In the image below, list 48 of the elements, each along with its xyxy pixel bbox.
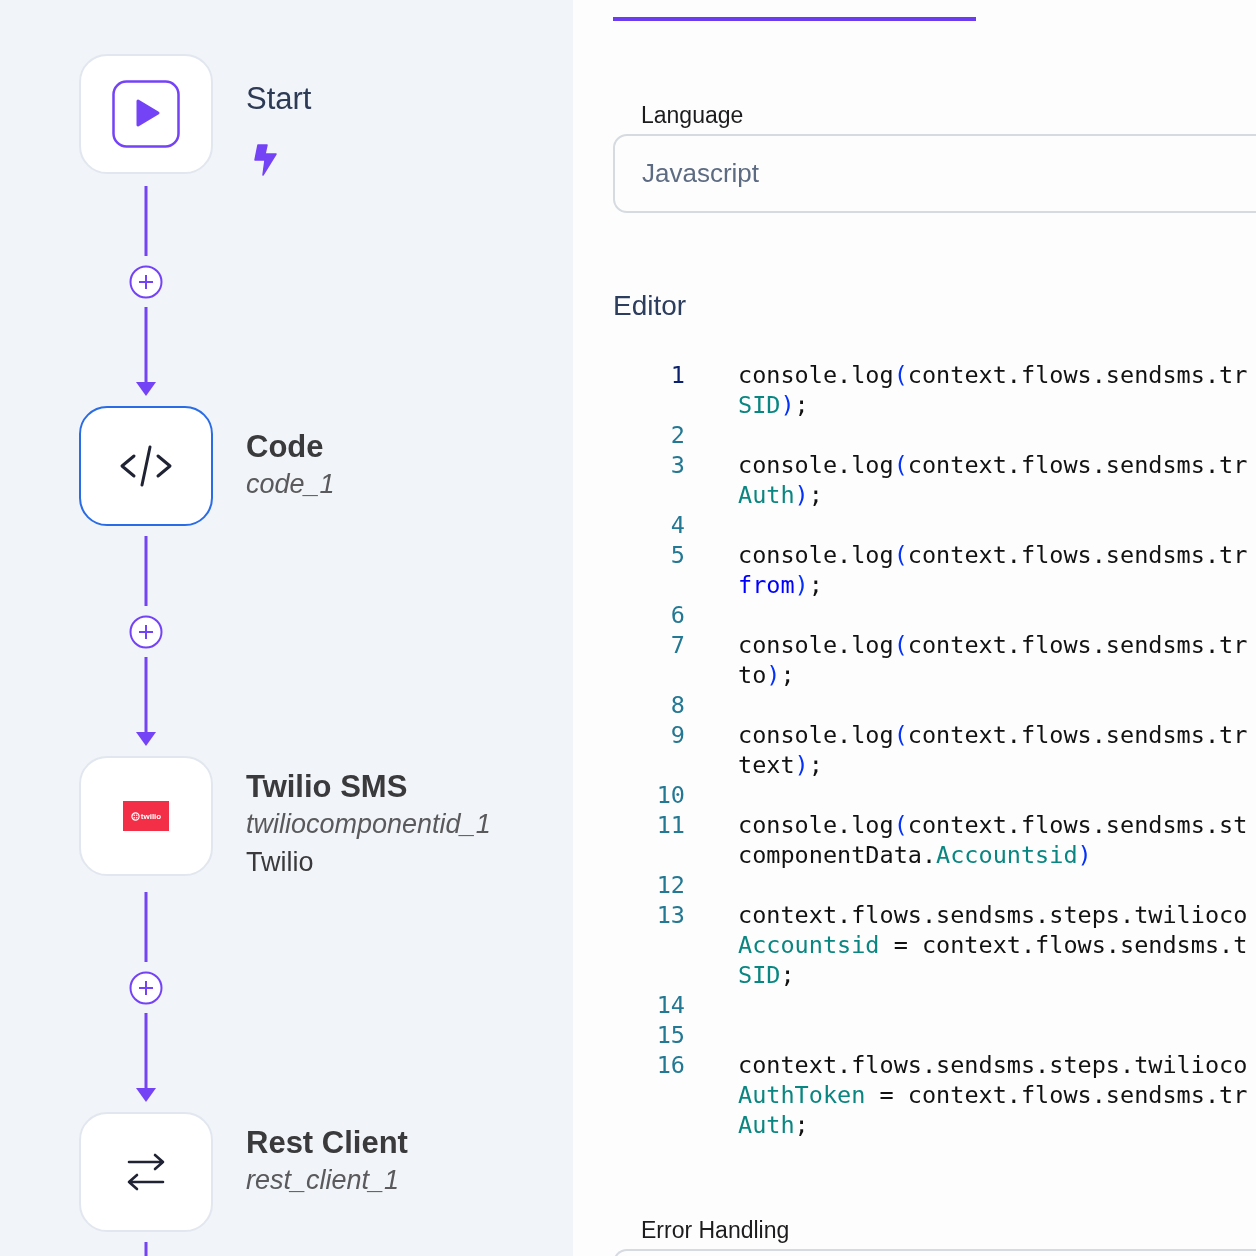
code-line: console.log(context.flows.sendsms.tr (738, 451, 1248, 479)
line-number: 9 (669, 720, 685, 751)
code-line: console.log(context.flows.sendsms.tr (738, 721, 1248, 749)
line-number: 2 (669, 420, 685, 450)
code-line: componentData.Accountsid) (738, 841, 1092, 869)
code-line: context.flows.sendsms.steps.twilioco (738, 1051, 1248, 1079)
language-select[interactable]: Javascript (613, 134, 1256, 213)
code-line: console.log(context.flows.sendsms.st (738, 811, 1248, 839)
line-number: 7 (669, 630, 685, 661)
line-number: 12 (655, 870, 685, 900)
code-line: console.log(context.flows.sendsms.tr (738, 631, 1248, 659)
line-number: 14 (655, 990, 685, 1020)
code-line: to); (738, 661, 795, 689)
node-id: twiliocomponentid_1 (246, 808, 491, 841)
node-id: rest_client_1 (246, 1164, 401, 1197)
line-number: 3 (669, 450, 685, 481)
line-number: 5 (669, 540, 685, 571)
code-line: Auth; (738, 1111, 809, 1139)
line-number: 4 (669, 510, 685, 540)
code-line: Accountsid = context.flows.sendsms.t (738, 931, 1248, 959)
node-title: Code (246, 428, 325, 466)
line-number: 15 (655, 1020, 685, 1050)
field-label: Language (641, 101, 745, 129)
code-line: SID; (738, 961, 795, 989)
line-number: 1 (669, 360, 685, 391)
line-number: 13 (655, 900, 685, 931)
node-title: Start (246, 80, 312, 118)
line-number: 8 (669, 690, 685, 720)
code-line: context.flows.sendsms.steps.twilioco (738, 901, 1248, 929)
node-id: code_1 (246, 468, 335, 501)
section-heading: Editor (613, 289, 688, 323)
line-number: 16 (655, 1050, 685, 1081)
line-number: 10 (655, 780, 685, 810)
code-line: console.log(context.flows.sendsms.tr (738, 541, 1248, 569)
twilio-logo: twilio (123, 801, 169, 831)
line-number: 6 (669, 600, 685, 630)
code-line: text); (738, 751, 823, 779)
code-line: AuthToken = context.flows.sendsms.tr (738, 1081, 1248, 1109)
node-title: Twilio SMS (246, 768, 409, 806)
code-line: from); (738, 571, 823, 599)
flow-node[interactable]: twilio (79, 756, 213, 876)
code-line: console.log(context.flows.sendsms.tr (738, 361, 1248, 389)
code-line: SID); (738, 391, 809, 419)
node-title: Rest Client (246, 1124, 408, 1162)
node-provider: Twilio (246, 846, 315, 879)
code-line: Auth); (738, 481, 823, 509)
line-number: 11 (655, 810, 685, 841)
field-label: Error Handling (641, 1216, 791, 1244)
